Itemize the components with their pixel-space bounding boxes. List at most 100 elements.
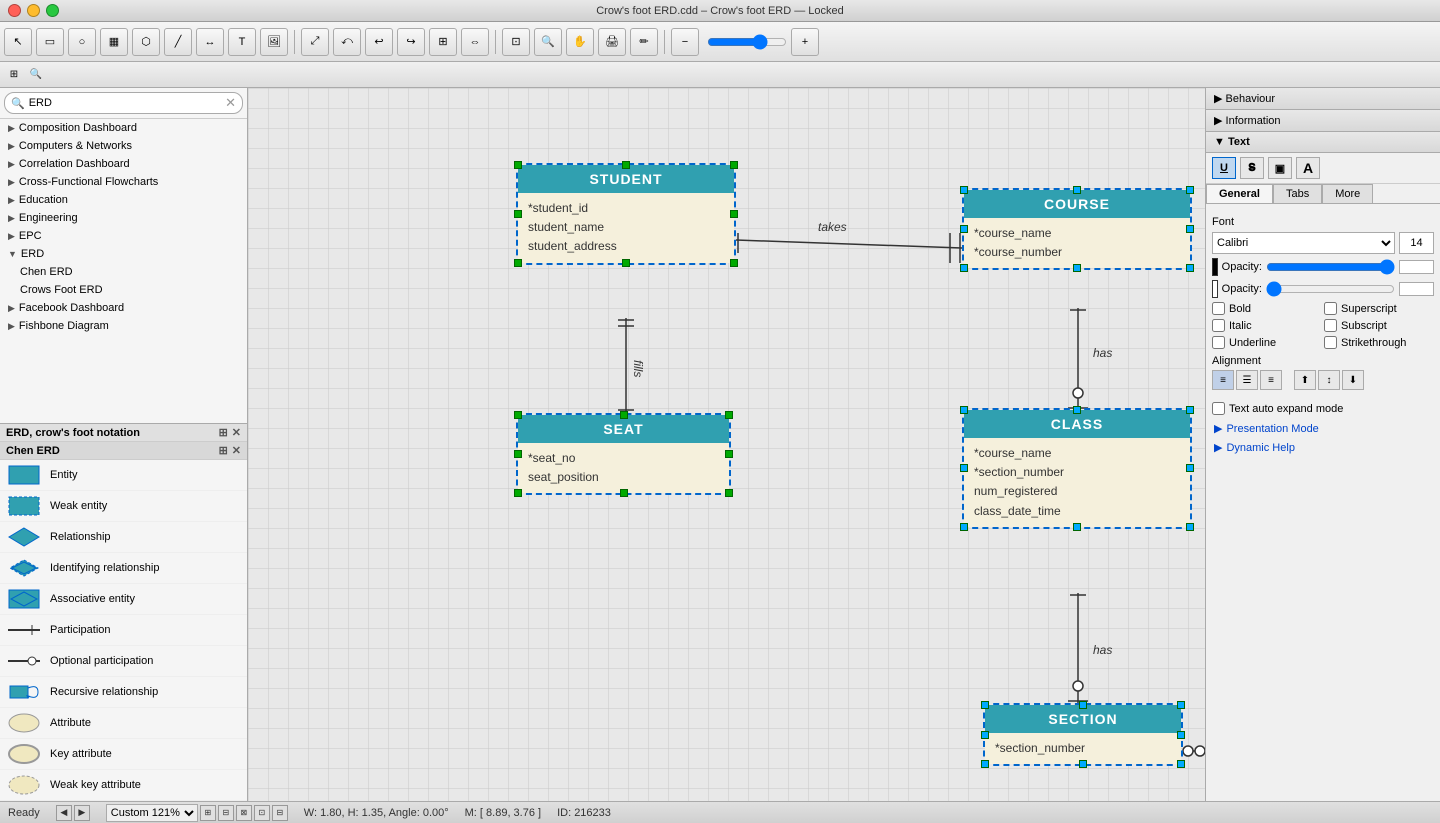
handle-bl[interactable]	[514, 489, 522, 497]
stencil-item-participation[interactable]: Participation	[0, 615, 247, 646]
grid-icon[interactable]: ⊞	[4, 65, 24, 85]
panel-header-text[interactable]: ▼ Text	[1206, 132, 1440, 153]
sidebar-item-correlation[interactable]: ▶ Correlation Dashboard	[0, 155, 247, 173]
handle-tr[interactable]	[730, 161, 738, 169]
select-tool[interactable]: ↖	[4, 28, 32, 56]
handle-mr[interactable]	[730, 210, 738, 218]
sidebar-item-chen-erd[interactable]: Chen ERD	[0, 263, 247, 281]
opacity-value-1[interactable]: 100%	[1399, 260, 1434, 274]
handle-tc[interactable]	[1079, 701, 1087, 709]
handle-tc[interactable]	[622, 161, 630, 169]
stencil-item-attribute[interactable]: Attribute	[0, 708, 247, 739]
color-swatch-1[interactable]	[1212, 258, 1218, 276]
opacity-slider-1[interactable]	[1266, 261, 1395, 273]
handle-bl[interactable]	[960, 523, 968, 531]
print-tool[interactable]: 🖨	[598, 28, 626, 56]
page-ctrl-4[interactable]: ⊡	[254, 805, 270, 821]
tab-general[interactable]: General	[1206, 184, 1273, 203]
handle-ml[interactable]	[514, 210, 522, 218]
handle-ml[interactable]	[514, 450, 522, 458]
handle-mr[interactable]	[1186, 225, 1194, 233]
stencil-item-associative[interactable]: Associative entity	[0, 584, 247, 615]
handle-bc[interactable]	[1073, 523, 1081, 531]
format-strikethrough-icon[interactable]: 𝐒̶	[1240, 157, 1264, 179]
presentation-mode-link[interactable]: ▶ Presentation Mode	[1206, 419, 1440, 438]
zoom-out[interactable]: −	[671, 28, 699, 56]
pan-tool[interactable]: ✋	[566, 28, 594, 56]
sidebar-item-composition[interactable]: ▶ Composition Dashboard	[0, 119, 247, 137]
entity-student[interactable]: STUDENT *student_id student_name student…	[516, 163, 736, 265]
format-text-icon[interactable]: A	[1296, 157, 1320, 179]
maximize-button[interactable]	[46, 4, 59, 17]
handle-tc[interactable]	[620, 411, 628, 419]
handle-br[interactable]	[730, 259, 738, 267]
ellipse-tool[interactable]: ○	[68, 28, 96, 56]
align-left-btn[interactable]: ≡	[1212, 370, 1234, 390]
page-ctrl-5[interactable]: ⊟	[272, 805, 288, 821]
page-ctrl-3[interactable]: ⊠	[236, 805, 252, 821]
format-underline-icon[interactable]: U̲	[1212, 157, 1236, 179]
align-right-btn[interactable]: ≡	[1260, 370, 1282, 390]
handle-bc[interactable]	[622, 259, 630, 267]
dynamic-help-link[interactable]: ▶ Dynamic Help	[1206, 438, 1440, 457]
handle-bc[interactable]	[1073, 264, 1081, 272]
zoom-in-btn[interactable]: 🔍	[534, 28, 562, 56]
stencil-grid-icon[interactable]: ⊞	[219, 426, 228, 439]
panel-header-behaviour[interactable]: ▶ Behaviour	[1206, 88, 1440, 110]
handle-tc[interactable]	[1073, 186, 1081, 194]
panel-header-information[interactable]: ▶ Information	[1206, 110, 1440, 132]
opacity-value-2[interactable]: 0%	[1399, 282, 1434, 296]
handle-bc[interactable]	[620, 489, 628, 497]
sidebar-item-crossfunc[interactable]: ▶ Cross-Functional Flowcharts	[0, 173, 247, 191]
align-bottom-btn[interactable]: ⬇	[1342, 370, 1364, 390]
handle-tl[interactable]	[960, 406, 968, 414]
sidebar-item-fishbone[interactable]: ▶ Fishbone Diagram	[0, 317, 247, 335]
subscript-checkbox[interactable]	[1324, 319, 1337, 332]
bend-tool[interactable]: ⤺	[333, 28, 361, 56]
handle-bl[interactable]	[981, 760, 989, 768]
stencil-close-icon-2[interactable]: ✕	[232, 444, 241, 457]
table-tool[interactable]: ▦	[100, 28, 128, 56]
handle-br[interactable]	[1186, 523, 1194, 531]
search-icon[interactable]: 🔍	[26, 65, 46, 85]
handle-mr[interactable]	[1177, 731, 1185, 739]
sidebar-item-education[interactable]: ▶ Education	[0, 191, 247, 209]
strikethrough-checkbox[interactable]	[1324, 336, 1337, 349]
handle-ml[interactable]	[981, 731, 989, 739]
italic-checkbox[interactable]	[1212, 319, 1225, 332]
stencil-item-entity[interactable]: Entity	[0, 460, 247, 491]
handle-br[interactable]	[1186, 264, 1194, 272]
tab-tabs[interactable]: Tabs	[1273, 184, 1322, 203]
stencil-grid-icon-2[interactable]: ⊞	[219, 444, 228, 457]
align-center-btn[interactable]: ☰	[1236, 370, 1258, 390]
auto-expand-checkbox[interactable]	[1212, 402, 1225, 415]
search-input[interactable]	[29, 97, 221, 109]
handle-mr[interactable]	[725, 450, 733, 458]
font-family-select[interactable]: Calibri	[1212, 232, 1395, 254]
underline-checkbox[interactable]	[1212, 336, 1225, 349]
opacity-slider-2[interactable]	[1266, 283, 1395, 295]
connect-tool[interactable]: ⤢	[301, 28, 329, 56]
entity-section[interactable]: SECTION *section_number	[983, 703, 1183, 766]
sidebar-item-computers[interactable]: ▶ Computers & Networks	[0, 137, 247, 155]
handle-tl[interactable]	[514, 161, 522, 169]
page-ctrl-2[interactable]: ⊟	[218, 805, 234, 821]
stencil-item-optional-part[interactable]: Optional participation	[0, 646, 247, 677]
handle-tc[interactable]	[1073, 406, 1081, 414]
search-clear-button[interactable]: ✕	[225, 95, 236, 111]
stencil-item-weak-entity[interactable]: Weak entity	[0, 491, 247, 522]
superscript-checkbox[interactable]	[1324, 302, 1337, 315]
pencil-tool[interactable]: ✏	[630, 28, 658, 56]
align-middle-btn[interactable]: ↕	[1318, 370, 1340, 390]
handle-br[interactable]	[725, 489, 733, 497]
text-tool[interactable]: T	[228, 28, 256, 56]
page-next-btn[interactable]: ▶	[74, 805, 90, 821]
zoom-select[interactable]: Custom 121%	[106, 804, 198, 822]
zoom-slider[interactable]	[707, 35, 787, 49]
shape-tool[interactable]: ⬡	[132, 28, 160, 56]
handle-ml[interactable]	[960, 464, 968, 472]
handle-bc[interactable]	[1079, 760, 1087, 768]
close-button[interactable]	[8, 4, 21, 17]
entity-course[interactable]: COURSE *course_name *course_number	[962, 188, 1192, 270]
handle-tr[interactable]	[725, 411, 733, 419]
